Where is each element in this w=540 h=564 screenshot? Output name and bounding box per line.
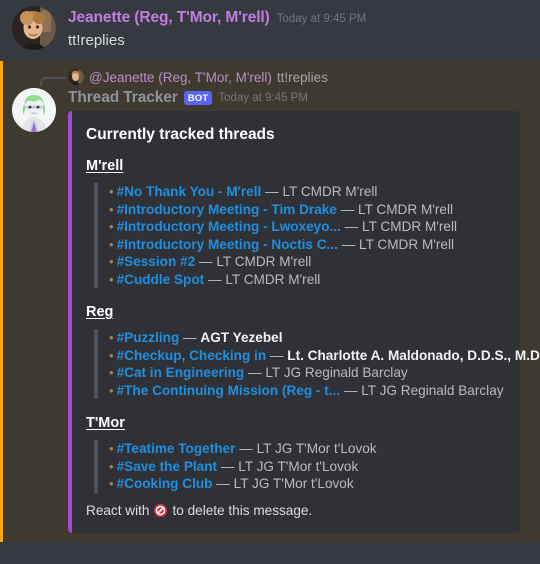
thread-link[interactable]: #Cuddle Spot (117, 272, 205, 287)
thread-list-item: • #Introductory Meeting - Noctis C... — L… (109, 236, 508, 254)
message-content: tt!replies (68, 32, 125, 49)
thread-list: • #No Thank You - M'rell — LT CMDR M'rell… (94, 183, 508, 288)
embed-tracked-threads: Currently tracked threads M'rell • #No Tha… (68, 111, 540, 533)
thread-link[interactable]: #Puzzling (117, 330, 180, 345)
thread-list-item: • #The Continuing Mission (Reg - t... — L… (109, 382, 508, 400)
thread-separator: — (204, 271, 226, 287)
reply-preview[interactable]: @Jeanette (Reg, T'Mor, M'rell) tt!replie… (40, 68, 530, 86)
reply-mention[interactable]: @Jeanette (Reg, T'Mor, M'rell) (89, 70, 272, 85)
thread-link[interactable]: #No Thank You - M'rell (117, 184, 262, 199)
embed-footer-suffix: to delete this message. (172, 502, 313, 518)
thread-owner: LT CMDR M'rell (282, 184, 378, 199)
thread-separator: — (336, 201, 359, 217)
bullet-icon: • (109, 236, 114, 252)
thread-separator: — (217, 458, 239, 474)
discord-chat-view: Jeanette (Reg, T'Mor, M'rell) Today at 9… (0, 0, 540, 564)
thread-owner: LT JG Reginald Barclay (361, 382, 504, 398)
section-header: T'Mor (86, 415, 125, 431)
thread-separator: — (340, 382, 362, 398)
reply-avatar (68, 69, 84, 85)
message-timestamp: Today at 9:45 PM (276, 13, 367, 25)
avatar-thread-tracker[interactable] (12, 88, 56, 132)
thread-link[interactable]: #Teatime Together (117, 441, 236, 456)
message-header: Jeanette (Reg, T'Mor, M'rell) Today at 9… (68, 8, 530, 29)
thread-list-item: • #No Thank You - M'rell — LT CMDR M'rell (109, 183, 508, 201)
message-author[interactable]: Jeanette (Reg, T'Mor, M'rell) (68, 8, 270, 28)
thread-owner: Lt. Charlotte A. Maldonado, D.D.S., M.D. (287, 347, 540, 363)
thread-owner: AGT Yezebel (200, 330, 283, 345)
mention-highlight-bar (0, 61, 3, 542)
embed-sections: M'rell • #No Thank You - M'rell — LT CMDR … (86, 157, 540, 493)
avatar-jeanette[interactable] (12, 6, 56, 50)
thread-owner: LT JG T'Mor t'Lovok (238, 458, 359, 474)
bullet-icon: • (109, 184, 114, 199)
thread-list-item: • #Puzzling — AGT Yezebel (109, 329, 508, 347)
section-header: Reg (86, 304, 114, 320)
thread-owner: LT JG T'Mor t'Lovok (256, 441, 377, 456)
bullet-icon: • (109, 458, 114, 474)
thread-list: • #Puzzling — AGT Yezebel • #Checkup, Check… (94, 329, 540, 400)
thread-separator: — (337, 236, 360, 252)
bot-message-timestamp: Today at 9:45 PM (218, 92, 308, 104)
bullet-icon: • (109, 201, 114, 217)
thread-link[interactable]: #The Continuing Mission (Reg - t... (117, 383, 341, 398)
thread-list-item: • #Checkup, Checking in — Lt. Charlotte A… (109, 347, 540, 365)
bullet-icon: • (109, 382, 114, 398)
bullet-icon: • (109, 330, 114, 345)
message-user: Jeanette (Reg, T'Mor, M'rell) Today at 9… (0, 0, 540, 61)
bullet-icon: • (109, 476, 114, 491)
thread-list-item: • #Teatime Together — LT JG T'Mor t'Lovok (109, 440, 508, 458)
thread-separator: — (340, 219, 363, 234)
message-bot: @Jeanette (Reg, T'Mor, M'rell) tt!replie… (0, 61, 540, 542)
thread-owner: LT JG Reginald Barclay (265, 365, 408, 380)
thread-separator: — (244, 365, 266, 380)
thread-list-item: • #Introductory Meeting - Tim Drake — LT … (109, 201, 508, 219)
bullet-icon: • (109, 365, 114, 380)
thread-link[interactable]: #Introductory Meeting - Lwoxeyo... (117, 219, 341, 234)
thread-link[interactable]: #Cooking Club (117, 476, 213, 491)
thread-list-item: • #Session #2 — LT CMDR M'rell (109, 253, 508, 271)
section-header: M'rell (86, 158, 124, 174)
bullet-icon: • (109, 271, 114, 287)
thread-link[interactable]: #Session #2 (117, 254, 196, 269)
thread-link[interactable]: #Introductory Meeting - Noctis C... (117, 237, 338, 252)
thread-link[interactable]: #Save the Plant (117, 459, 218, 474)
thread-list-item: • #Cooking Club — LT JG T'Mor t'Lovok (109, 475, 508, 493)
bullet-icon: • (109, 441, 114, 456)
thread-link[interactable]: #Checkup, Checking in (117, 348, 267, 363)
embed-footer: React with to delete this message. (86, 502, 508, 520)
thread-list-item: • #Cuddle Spot — LT CMDR M'rell (109, 271, 508, 289)
thread-list: • #Teatime Together — LT JG T'Mor t'Lovok… (94, 440, 508, 493)
thread-separator: — (195, 254, 217, 269)
thread-separator: — (266, 347, 288, 363)
reply-content: tt!replies (276, 69, 328, 85)
thread-list-item: • #Cat in Engineering — LT JG Reginald Ba… (109, 364, 508, 382)
bot-author[interactable]: Thread Tracker (68, 88, 178, 108)
thread-separator: — (212, 476, 234, 491)
embed-footer-prefix: React with (86, 502, 150, 518)
reply-spine-icon (40, 77, 66, 86)
thread-owner: LT CMDR M'rell (358, 201, 454, 217)
thread-owner: LT CMDR M'rell (362, 219, 458, 234)
bullet-icon: • (109, 347, 114, 363)
bot-badge: BOT (183, 91, 213, 105)
thread-link[interactable]: #Introductory Meeting - Tim Drake (117, 202, 337, 217)
embed-title: Currently tracked threads (86, 126, 275, 143)
thread-list-item: • #Save the Plant — LT JG T'Mor t'Lovok (109, 458, 508, 476)
thread-owner: LT CMDR M'rell (359, 236, 454, 252)
thread-owner: LT CMDR M'rell (225, 271, 321, 287)
thread-separator: — (179, 330, 201, 345)
thread-owner: LT JG T'Mor t'Lovok (233, 476, 354, 491)
bot-message-header: Thread Tracker BOT Today at 9:45 PM (68, 88, 530, 108)
thread-list-item: • #Introductory Meeting - Lwoxeyo... — LT… (109, 218, 508, 236)
bullet-icon: • (109, 219, 114, 234)
bullet-icon: • (109, 254, 114, 269)
thread-link[interactable]: #Cat in Engineering (117, 365, 245, 380)
no-entry-sign-icon (153, 503, 168, 518)
thread-owner: LT CMDR M'rell (216, 254, 312, 269)
thread-separator: — (235, 441, 257, 456)
thread-separator: — (261, 184, 283, 199)
